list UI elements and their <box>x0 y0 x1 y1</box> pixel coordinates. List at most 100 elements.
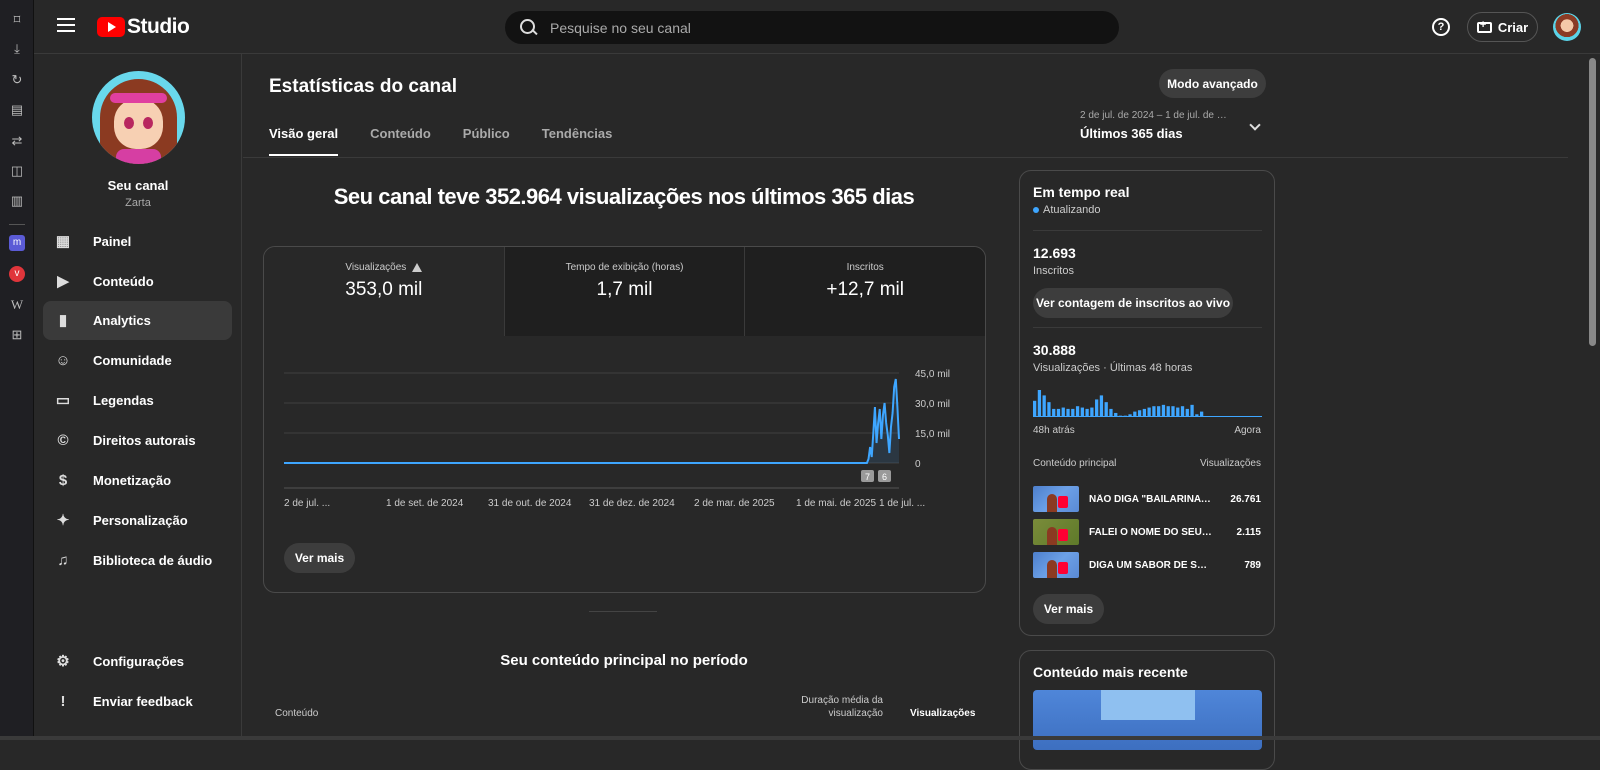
mastodon-icon[interactable]: m <box>9 235 25 251</box>
video-views: 26.761 <box>1230 493 1261 505</box>
add-panel-icon[interactable]: ⊞ <box>9 327 25 343</box>
recent-video-thumbnail[interactable] <box>1033 690 1262 750</box>
realtime-bar <box>1042 395 1046 417</box>
metric-watch-time[interactable]: Tempo de exibição (horas) 1,7 mil <box>503 247 745 336</box>
logo-text: Studio <box>127 15 190 38</box>
list-item[interactable]: DIGA UM SABOR DE SUCO DE FRUTA 789 <box>1033 552 1262 578</box>
gear-icon: ⚙ <box>56 652 70 670</box>
video-marker-label: 7 <box>865 472 870 482</box>
realtime-title: Em tempo real <box>1033 184 1130 200</box>
realtime-card: Em tempo real Atualizando 12.693 Inscrit… <box>1019 170 1275 636</box>
history-icon[interactable]: ↻ <box>9 72 25 88</box>
stats-card: Visualizações 353,0 mil Tempo de exibiçã… <box>263 246 986 593</box>
search-bar[interactable] <box>505 11 1119 44</box>
x-tick-label: 31 de dez. de 2024 <box>589 498 675 509</box>
sidebar-item-personalizacao[interactable]: ✦ Personalização <box>43 501 232 540</box>
metric-label: Tempo de exibição (horas) <box>565 262 684 273</box>
realtime-bar <box>1190 404 1194 417</box>
x-tick-label: 2 de mar. de 2025 <box>694 498 775 509</box>
sidebar-item-painel[interactable]: ▦ Painel <box>43 222 232 261</box>
realtime-bar <box>1033 400 1037 417</box>
menu-icon[interactable] <box>57 18 75 32</box>
shorts-icon <box>1058 562 1068 574</box>
wikipedia-icon[interactable]: W <box>9 297 25 313</box>
account-avatar[interactable] <box>1553 13 1581 41</box>
tab-tendencias[interactable]: Tendências <box>542 126 613 156</box>
sidebar-item-legendas[interactable]: ▭ Legendas <box>43 381 232 420</box>
metric-views[interactable]: Visualizações 353,0 mil <box>264 247 504 336</box>
realtime-bar <box>1075 406 1080 417</box>
calendar-icon[interactable]: ▤ <box>9 102 25 118</box>
live-dot-icon <box>1033 207 1039 213</box>
realtime-views-label: Visualizações · Últimas 48 horas <box>1033 362 1193 374</box>
y-tick-label: 30,0 mil <box>915 399 950 410</box>
studio-logo[interactable]: Studio <box>97 15 190 39</box>
community-icon: ☺ <box>55 351 71 369</box>
column-header-views[interactable]: Visualizações <box>910 708 975 719</box>
tab-conteudo[interactable]: Conteúdo <box>370 126 431 156</box>
realtime-bar <box>1137 410 1142 417</box>
top-content-header: Conteúdo principal <box>1033 458 1117 469</box>
channel-avatar[interactable] <box>92 71 185 164</box>
see-more-button[interactable]: Ver mais <box>284 543 355 573</box>
help-icon[interactable]: ? <box>1432 18 1450 36</box>
advanced-mode-button[interactable]: Modo avançado <box>1159 69 1266 98</box>
sidebar-item-label: Direitos autorais <box>93 433 196 448</box>
create-button[interactable]: Criar <box>1467 12 1538 42</box>
metric-value: 353,0 mil <box>345 279 423 300</box>
video-views: 789 <box>1244 559 1261 571</box>
sidebar-item-conteudo[interactable]: ▶ Conteúdo <box>43 262 232 301</box>
list-item[interactable]: NÃO DIGA "BAILARINA CAPPUCCINA" 26.761 <box>1033 486 1262 512</box>
download-icon[interactable]: ⤓ <box>9 41 25 57</box>
sidebar-item-label: Analytics <box>93 313 151 328</box>
top-content-title: Seu conteúdo principal no período <box>500 652 748 669</box>
column-header-duration: Duração média da visualização <box>801 695 883 719</box>
views-line <box>284 378 900 464</box>
sidebar-item-label: Configurações <box>93 654 185 669</box>
subscriber-label: Inscritos <box>1033 265 1074 277</box>
realtime-bar <box>1090 407 1094 417</box>
sidebar-item-monetizacao[interactable]: $ Monetização <box>43 461 232 500</box>
search-icon[interactable] <box>520 18 538 37</box>
customization-icon: ✦ <box>56 511 70 529</box>
tab-visao-geral[interactable]: Visão geral <box>269 126 339 156</box>
scrollbar[interactable] <box>1589 58 1596 346</box>
realtime-bar <box>1176 407 1180 417</box>
dashboard-icon: ▦ <box>55 232 71 250</box>
create-label: Criar <box>1497 19 1529 35</box>
sidebar-item-configuracoes[interactable]: ⚙ Configurações <box>43 642 232 681</box>
recent-content-title: Conteúdo mais recente <box>1033 664 1188 680</box>
see-more-button[interactable]: Ver mais <box>1033 594 1104 624</box>
video-marker-label: 6 <box>882 472 887 482</box>
realtime-bar <box>1185 408 1189 417</box>
search-input[interactable] <box>550 19 1090 36</box>
sidebar-item-analytics[interactable]: ▮ Analytics <box>43 301 232 340</box>
sidebar-item-enviar-feedback[interactable]: ! Enviar feedback <box>43 682 232 721</box>
analytics-icon: ▮ <box>58 311 68 329</box>
y-tick-label: 45,0 mil <box>915 369 950 380</box>
sidebar-item-label: Painel <box>93 234 132 249</box>
views-area <box>284 379 899 463</box>
realtime-bar <box>1052 408 1056 417</box>
live-subscriber-count-button[interactable]: Ver contagem de inscritos ao vivo <box>1033 288 1233 318</box>
translate-icon[interactable]: ⇄ <box>9 133 25 149</box>
realtime-bar <box>1166 406 1170 417</box>
metric-subscribers[interactable]: Inscritos +12,7 mil <box>744 247 985 336</box>
sidebar-item-direitos-autorais[interactable]: © Direitos autorais <box>43 421 232 460</box>
vivaldi-icon[interactable]: v <box>9 266 25 282</box>
video-views: 2.115 <box>1236 526 1261 538</box>
list-item[interactable]: FALEI O NOME DO SEU IRMÃO 2.115 <box>1033 519 1262 545</box>
monetization-icon: $ <box>58 471 68 489</box>
bookmark-icon[interactable]: ⌑ <box>9 12 25 28</box>
realtime-bar <box>1061 407 1065 417</box>
realtime-bar <box>1109 408 1113 417</box>
channel-name: Seu canal <box>107 178 169 193</box>
window-bottom-edge <box>0 736 1600 740</box>
notes-icon[interactable]: ▥ <box>9 193 25 209</box>
cast-icon[interactable]: ◫ <box>9 163 25 179</box>
date-range-selector[interactable]: 2 de jul. de 2024 – 1 de jul. de 2025 Úl… <box>1080 110 1270 141</box>
sidebar-item-biblioteca-de-audio[interactable]: ♫ Biblioteca de áudio <box>43 541 232 580</box>
metric-label: Inscritos <box>846 262 884 273</box>
sidebar-item-comunidade[interactable]: ☺ Comunidade <box>43 341 232 380</box>
tab-publico[interactable]: Público <box>463 126 510 156</box>
